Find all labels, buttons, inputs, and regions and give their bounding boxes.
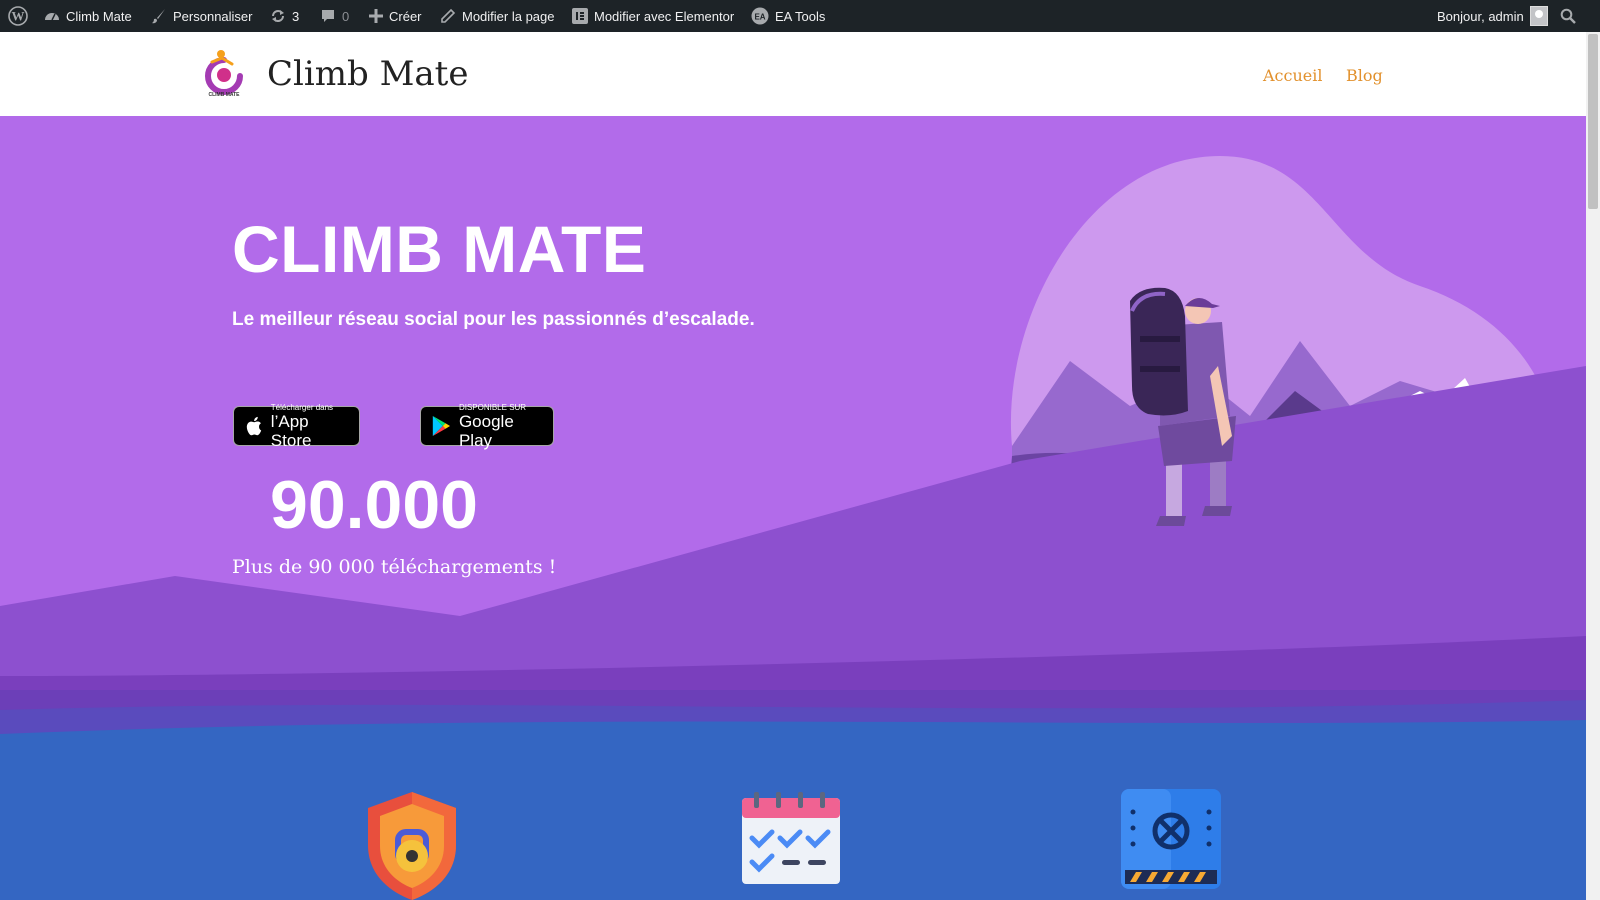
section-divider-wave	[0, 690, 1586, 734]
comments-count: 0	[342, 8, 350, 24]
ea-tools-link[interactable]: EA EA Tools	[751, 0, 825, 32]
greeting-label: Bonjour, admin	[1437, 8, 1524, 24]
site-header: CLIMB MATE Climb Mate Accueil Blog	[0, 32, 1586, 116]
brush-icon	[152, 9, 165, 24]
edit-page-link[interactable]: Modifier la page	[440, 0, 555, 32]
elementor-label: Modifier avec Elementor	[594, 8, 735, 24]
google-play-button[interactable]: DISPONIBLE SUR Google Play	[420, 403, 554, 450]
updates-icon	[272, 10, 284, 22]
my-account-menu[interactable]: Bonjour, admin	[1437, 0, 1548, 32]
ea-tools-icon: EA	[751, 7, 769, 25]
hero-background-illustration	[0, 156, 1586, 690]
customize-link[interactable]: Personnaliser	[151, 0, 253, 32]
google-play-big-label: Google Play	[458, 411, 514, 450]
updates-link[interactable]: 3	[270, 0, 299, 32]
avatar	[1529, 6, 1548, 26]
elementor-icon	[572, 8, 588, 24]
google-play-small-label: DISPONIBLE SUR	[458, 402, 527, 412]
hero-section: CLIMB MATE Le meilleur réseau social pou…	[0, 116, 1586, 690]
new-label: Créer	[389, 8, 422, 24]
app-store-big-label: l’App Store	[270, 411, 312, 450]
nav-link-accueil[interactable]: Accueil	[1263, 66, 1322, 85]
hero-subtitle: Le meilleur réseau social pour les passi…	[232, 309, 755, 330]
app-store-button[interactable]: Télécharger dans l’App Store	[233, 403, 360, 450]
download-counter-caption: Plus de 90 000 téléchargements !	[232, 556, 557, 578]
search-icon[interactable]	[1560, 0, 1576, 32]
admin-bar: W Climb Mate Personnaliser 3 0 Créer Mod…	[0, 0, 1600, 32]
nav-link-blog[interactable]: Blog	[1346, 66, 1383, 85]
comments-link[interactable]: 0	[320, 0, 349, 32]
google-play-logo-icon	[432, 416, 451, 436]
features-section	[0, 690, 1586, 900]
updates-count: 3	[292, 8, 300, 24]
svg-text:W: W	[12, 9, 25, 24]
site-title[interactable]: Climb Mate	[267, 54, 468, 94]
pencil-icon	[441, 8, 456, 23]
customize-label: Personnaliser	[173, 8, 253, 24]
hero-title: CLIMB MATE	[232, 212, 647, 286]
svg-text:EA: EA	[754, 13, 765, 22]
page-scrollbar[interactable]	[1586, 32, 1600, 900]
google-play-text: DISPONIBLE SUR Google Play	[459, 403, 543, 450]
new-content-menu[interactable]: Créer	[369, 0, 422, 32]
plus-icon	[369, 9, 383, 23]
comment-icon	[322, 10, 334, 22]
app-store-text: Télécharger dans l’App Store	[271, 403, 349, 450]
scrollbar-thumb[interactable]	[1588, 34, 1598, 209]
site-name-label: Climb Mate	[66, 8, 132, 24]
wordpress-logo-icon[interactable]: W	[8, 0, 28, 32]
edit-page-label: Modifier la page	[462, 8, 555, 24]
elementor-link[interactable]: Modifier avec Elementor	[572, 0, 734, 32]
site-name-menu[interactable]: Climb Mate	[44, 0, 132, 32]
apple-logo-icon	[246, 416, 262, 436]
app-store-small-label: Télécharger dans	[270, 402, 334, 412]
hiker-backpack	[1130, 287, 1188, 416]
site-logo[interactable]: CLIMB MATE	[200, 46, 248, 98]
download-counter: 90.000	[270, 467, 478, 543]
logo-caption: CLIMB MATE	[208, 92, 240, 98]
calendar-checklist-icon	[742, 792, 840, 884]
dashboard-icon	[45, 13, 59, 21]
ea-tools-label: EA Tools	[775, 8, 826, 24]
security-shield-icon	[368, 792, 456, 900]
control-panel-icon	[1121, 789, 1221, 889]
